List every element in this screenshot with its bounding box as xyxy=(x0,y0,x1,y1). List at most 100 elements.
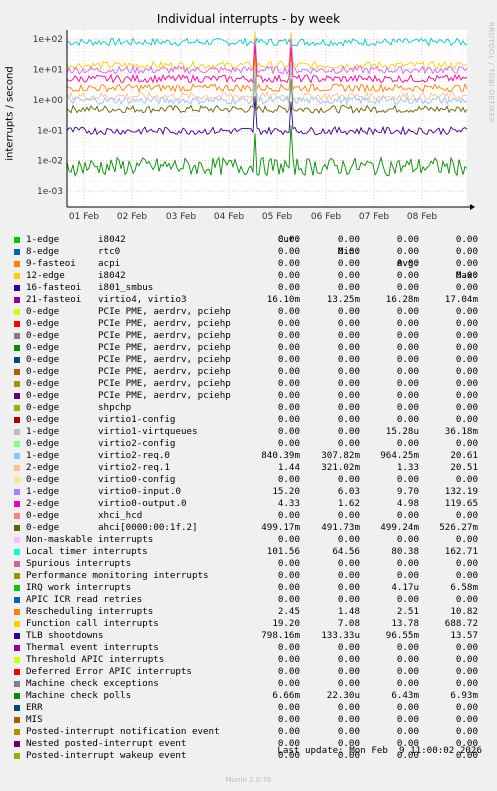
legend-max: 17.04m xyxy=(444,294,478,305)
legend-cur: 0.00 xyxy=(277,474,300,485)
legend-swatch xyxy=(14,573,20,579)
legend-swatch xyxy=(14,309,20,315)
legend-cur: 0.00 xyxy=(277,654,300,665)
legend-row: IRQ work interrupts 0.00 0.00 4.17u 6.58m xyxy=(0,582,497,594)
legend-swatch xyxy=(14,321,20,327)
legend-max: 0.00 xyxy=(455,510,478,521)
x-tick-label: 08 Feb xyxy=(407,212,438,222)
legend-device: PCIe PME, aerdrv, pciehp xyxy=(98,306,231,317)
legend-avg: 0.00 xyxy=(396,270,419,281)
legend-min: 1.62 xyxy=(337,498,360,509)
legend-min: 6.03 xyxy=(337,486,360,497)
legend-min: 133.33u xyxy=(321,630,360,641)
legend-row: 0-edge virtio1-config 0.00 0.00 0.00 0.00 xyxy=(0,414,497,426)
legend-avg: 499.24m xyxy=(380,522,419,533)
legend-row: 12-edge i8042 0.00 0.00 0.00 0.00 xyxy=(0,270,497,282)
legend-row: 1-edge virtio2-req.0 840.39m 307.82m 964.25m… xyxy=(0,450,497,462)
legend-name: 0-edge xyxy=(26,378,60,389)
legend-swatch xyxy=(14,621,20,627)
legend-name: Threshold APIC interrupts xyxy=(26,654,165,665)
legend-row: Rescheduling interrupts 2.45 1.48 2.51 10.82 xyxy=(0,606,497,618)
legend-swatch xyxy=(14,597,20,603)
legend-max: 526.27m xyxy=(439,522,478,533)
legend-avg: 0.00 xyxy=(396,510,419,521)
legend-max: 0.00 xyxy=(455,258,478,269)
legend-cur: 0.00 xyxy=(277,414,300,425)
legend-name: 0-edge xyxy=(26,510,60,521)
legend-cur: 16.10m xyxy=(266,294,300,305)
legend-swatch xyxy=(14,273,20,279)
legend-name: 0-edge xyxy=(26,438,60,449)
legend-name: Function call interrupts xyxy=(26,618,159,629)
legend-name: Local timer interrupts xyxy=(26,546,148,557)
legend-cur: 15.20 xyxy=(272,486,300,497)
legend-name: 21-fasteoi xyxy=(26,294,82,305)
legend-name: Thermal event interrupts xyxy=(26,642,159,653)
legend-name: 1-edge xyxy=(26,426,60,437)
legend-max: 0.00 xyxy=(455,678,478,689)
legend-swatch xyxy=(14,717,20,723)
legend-min: 0.00 xyxy=(337,474,360,485)
legend-cur: 0.00 xyxy=(277,642,300,653)
legend-name: Deferred Error APIC interrupts xyxy=(26,666,192,677)
legend-swatch xyxy=(14,561,20,567)
legend-row: 21-fasteoi virtio4, virtio3 16.10m 13.25m 16… xyxy=(0,294,497,306)
legend-min: 0.00 xyxy=(337,666,360,677)
legend-min: 0.00 xyxy=(337,678,360,689)
legend-avg: 0.00 xyxy=(396,258,419,269)
legend-avg: 4.98 xyxy=(396,498,419,509)
legend-min: 0.00 xyxy=(337,570,360,581)
legend-avg: 15.28u xyxy=(385,426,419,437)
legend-swatch xyxy=(14,585,20,591)
legend-avg: 0.00 xyxy=(396,474,419,485)
legend-row: 2-edge virtio2-req.1 1.44 321.02m 1.33 20.51 xyxy=(0,462,497,474)
legend-name: MIS xyxy=(26,714,43,725)
legend-avg: 0.00 xyxy=(396,414,419,425)
legend-max: 13.57 xyxy=(450,630,478,641)
legend-cur: 0.00 xyxy=(277,354,300,365)
legend-row: 0-edge virtio2-config 0.00 0.00 0.00 0.00 xyxy=(0,438,497,450)
legend-min: 7.08 xyxy=(337,618,360,629)
legend-max: 0.00 xyxy=(455,414,478,425)
legend-swatch xyxy=(14,465,20,471)
legend-min: 0.00 xyxy=(337,258,360,269)
legend-name: 0-edge xyxy=(26,366,60,377)
legend-cur: 0.00 xyxy=(277,582,300,593)
legend-device: virtio2-config xyxy=(98,438,176,449)
last-update-text: Last update: Mon Feb 9 11:00:02 2026 xyxy=(277,745,482,756)
legend-name: 0-edge xyxy=(26,354,60,365)
legend-swatch xyxy=(14,429,20,435)
legend-avg: 0.00 xyxy=(396,438,419,449)
legend-max: 162.71 xyxy=(444,546,478,557)
legend-max: 0.00 xyxy=(455,318,478,329)
x-tick-label: 06 Feb xyxy=(311,212,342,222)
legend-avg: 0.00 xyxy=(396,654,419,665)
legend-name: 0-edge xyxy=(26,414,60,425)
legend-device: virtio0-input.0 xyxy=(98,486,181,497)
legend-device: ahci[0000:00:1f.2] xyxy=(98,522,198,533)
legend-swatch xyxy=(14,633,20,639)
legend-cur: 0.00 xyxy=(277,234,300,245)
legend-avg: 96.55m xyxy=(385,630,419,641)
legend-device: virtio2-req.0 xyxy=(98,450,170,461)
legend-device: PCIe PME, aerdrv, pciehp xyxy=(98,342,231,353)
legend-avg: 0.00 xyxy=(396,534,419,545)
legend-cur: 0.00 xyxy=(277,570,300,581)
legend-max: 20.61 xyxy=(450,450,478,461)
legend-device: i8042 xyxy=(98,234,126,245)
legend-max: 0.00 xyxy=(455,438,478,449)
legend-max: 0.00 xyxy=(455,234,478,245)
legend-swatch xyxy=(14,249,20,255)
legend-row: 0-edge PCIe PME, aerdrv, pciehp 0.00 0.00 0.… xyxy=(0,378,497,390)
legend-avg: 0.00 xyxy=(396,666,419,677)
legend-max: 10.82 xyxy=(450,606,478,617)
legend-cur: 798.16m xyxy=(261,630,300,641)
legend-swatch xyxy=(14,489,20,495)
legend-row: 0-edge ahci[0000:00:1f.2] 499.17m 491.73m 49… xyxy=(0,522,497,534)
legend-name: 0-edge xyxy=(26,306,60,317)
legend-swatch xyxy=(14,357,20,363)
last-update: Last update: Mon Feb 9 11:00:02 2026 xyxy=(0,733,497,756)
legend-name: 0-edge xyxy=(26,402,60,413)
legend-avg: 0.00 xyxy=(396,570,419,581)
legend-max: 0.00 xyxy=(455,654,478,665)
